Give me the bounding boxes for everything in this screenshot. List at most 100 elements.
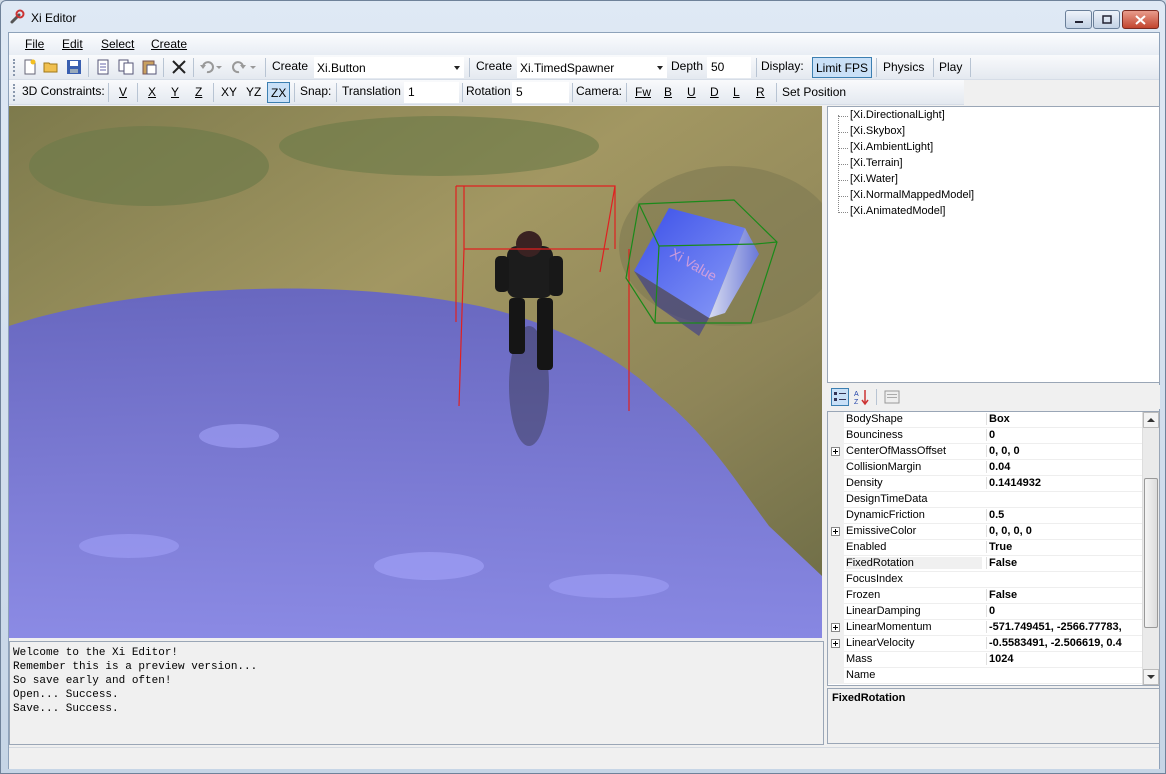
property-value[interactable]: Box — [986, 413, 1143, 425]
property-grid-scrollbar[interactable] — [1142, 412, 1159, 685]
property-value[interactable]: False — [986, 557, 1143, 569]
maximize-button[interactable] — [1093, 10, 1120, 29]
toolbar-grip[interactable] — [13, 84, 16, 101]
property-row[interactable]: Name — [828, 668, 1143, 684]
paste-icon[interactable] — [141, 59, 157, 75]
title-bar[interactable]: Xi Editor — [1, 1, 1165, 33]
menu-select[interactable]: Select — [101, 37, 134, 51]
alphabetical-sort-icon[interactable]: A Z — [853, 388, 871, 406]
menu-file[interactable]: File — [25, 37, 44, 51]
property-value[interactable]: 1024 — [986, 653, 1143, 665]
expand-plus-icon[interactable] — [831, 639, 840, 648]
camera-u-button[interactable]: U — [684, 82, 699, 103]
tree-node[interactable]: [Xi.Terrain] — [850, 157, 903, 173]
expand-plus-icon[interactable] — [831, 623, 840, 632]
property-row-margin — [828, 444, 844, 460]
constraint-y-button[interactable]: Y — [168, 82, 182, 103]
property-row[interactable]: Frozen False — [828, 588, 1143, 604]
physics-toggle[interactable]: Physics — [880, 57, 927, 78]
toolbar-grip[interactable] — [13, 59, 16, 76]
translation-input[interactable]: 1 — [404, 82, 459, 103]
undo-icon[interactable] — [199, 59, 215, 75]
limit-fps-toggle[interactable]: Limit FPS — [812, 57, 873, 78]
property-row[interactable]: BodyShape Box — [828, 412, 1143, 428]
rotation-input[interactable]: 5 — [512, 82, 569, 103]
set-position-button[interactable]: Set Position — [779, 82, 849, 103]
property-row[interactable]: LinearVelocity -0.5583491, -2.506619, 0.4 — [828, 636, 1143, 652]
3d-viewport[interactable]: Xi Value — [9, 106, 822, 638]
property-row[interactable]: LinearMomentum -571.749451, -2566.77783, — [828, 620, 1143, 636]
expand-plus-icon[interactable] — [831, 447, 840, 456]
tree-node[interactable]: [Xi.Water] — [850, 173, 898, 189]
categorized-icon[interactable] — [831, 388, 849, 406]
constraint-x-button[interactable]: X — [145, 82, 159, 103]
scroll-thumb[interactable] — [1144, 478, 1158, 628]
property-row[interactable]: FocusIndex — [828, 572, 1143, 588]
camera-r-button[interactable]: R — [753, 82, 768, 103]
menu-edit[interactable]: Edit — [62, 37, 83, 51]
constraint-v-button[interactable]: V — [116, 82, 130, 103]
redo-icon[interactable] — [231, 59, 247, 75]
property-value[interactable]: 0, 0, 0 — [986, 445, 1143, 457]
create-combo-2[interactable]: Xi.TimedSpawner — [517, 57, 667, 78]
minimize-button[interactable] — [1065, 10, 1092, 29]
scroll-down-button[interactable] — [1143, 669, 1159, 685]
scroll-up-button[interactable] — [1143, 412, 1159, 428]
property-row[interactable]: Mass 1024 — [828, 652, 1143, 668]
property-value[interactable]: 0 — [986, 605, 1143, 617]
property-pages-icon[interactable] — [883, 388, 901, 406]
new-document-icon[interactable] — [22, 59, 38, 75]
property-grid[interactable]: BodyShape Box Bounciness 0 CenterOfMassOffse… — [827, 411, 1160, 686]
property-value[interactable]: False — [986, 589, 1143, 601]
expand-plus-icon[interactable] — [831, 527, 840, 536]
property-value[interactable]: 0, 0, 0, 0 — [986, 525, 1143, 537]
tree-node[interactable]: [Xi.DirectionalLight] — [850, 109, 945, 125]
property-value[interactable]: -0.5583491, -2.506619, 0.4 — [986, 637, 1143, 649]
close-button[interactable] — [1122, 10, 1159, 29]
create-combo-1[interactable]: Xi.Button — [314, 57, 464, 78]
delete-x-icon[interactable] — [171, 59, 187, 75]
tree-node[interactable]: [Xi.AmbientLight] — [850, 141, 933, 157]
page-icon[interactable] — [95, 59, 111, 75]
property-row[interactable]: CenterOfMassOffset 0, 0, 0 — [828, 444, 1143, 460]
property-row[interactable]: FixedRotation False — [828, 556, 1143, 572]
constraint-zx-button[interactable]: ZX — [267, 82, 291, 103]
output-console[interactable]: Welcome to the Xi Editor! Remember this … — [9, 641, 824, 745]
copy-icon[interactable] — [118, 59, 134, 75]
property-value[interactable]: -571.749451, -2566.77783, — [986, 621, 1143, 633]
camera-l-button[interactable]: L — [730, 82, 743, 103]
redo-dropdown-icon[interactable] — [249, 59, 257, 75]
property-row[interactable]: EmissiveColor 0, 0, 0, 0 — [828, 524, 1143, 540]
constraint-yz-button[interactable]: YZ — [243, 82, 264, 103]
property-value[interactable]: 0.04 — [986, 461, 1143, 473]
depth-input[interactable]: 50 — [707, 57, 751, 78]
constraint-xy-button[interactable]: XY — [218, 82, 240, 103]
camera-d-button[interactable]: D — [707, 82, 722, 103]
camera-fw-button[interactable]: Fw — [632, 82, 654, 103]
scene-tree[interactable]: [Xi.DirectionalLight] [Xi.Skybox] [Xi.Am… — [827, 106, 1160, 383]
tree-node[interactable]: [Xi.Skybox] — [850, 125, 905, 141]
tree-node[interactable]: [Xi.AnimatedModel] — [850, 205, 945, 221]
menu-create[interactable]: Create — [151, 37, 187, 51]
property-value[interactable]: 0 — [986, 429, 1143, 441]
property-row[interactable]: Bounciness 0 — [828, 428, 1143, 444]
camera-b-button[interactable]: B — [661, 82, 675, 103]
property-value[interactable]: 0.1414932 — [986, 477, 1143, 489]
property-row[interactable]: Enabled True — [828, 540, 1143, 556]
property-row[interactable]: DynamicFriction 0.5 — [828, 508, 1143, 524]
tree-node[interactable]: [Xi.NormalMappedModel] — [850, 189, 974, 205]
property-name: Bounciness — [846, 429, 903, 441]
wrench-icon — [10, 9, 25, 24]
constraint-z-button[interactable]: Z — [192, 82, 205, 103]
property-row[interactable]: CollisionMargin 0.04 — [828, 460, 1143, 476]
property-row[interactable]: LinearDamping 0 — [828, 604, 1143, 620]
property-value[interactable]: 0.5 — [986, 509, 1143, 521]
open-folder-icon[interactable] — [43, 59, 59, 75]
play-button[interactable]: Play — [936, 57, 965, 78]
undo-dropdown-icon[interactable] — [215, 59, 223, 75]
property-row[interactable]: DesignTimeData — [828, 492, 1143, 508]
save-icon[interactable] — [66, 59, 82, 75]
create-combo-2-value: Xi.TimedSpawner — [520, 61, 615, 75]
property-value[interactable]: True — [986, 541, 1143, 553]
property-row[interactable]: Density 0.1414932 — [828, 476, 1143, 492]
